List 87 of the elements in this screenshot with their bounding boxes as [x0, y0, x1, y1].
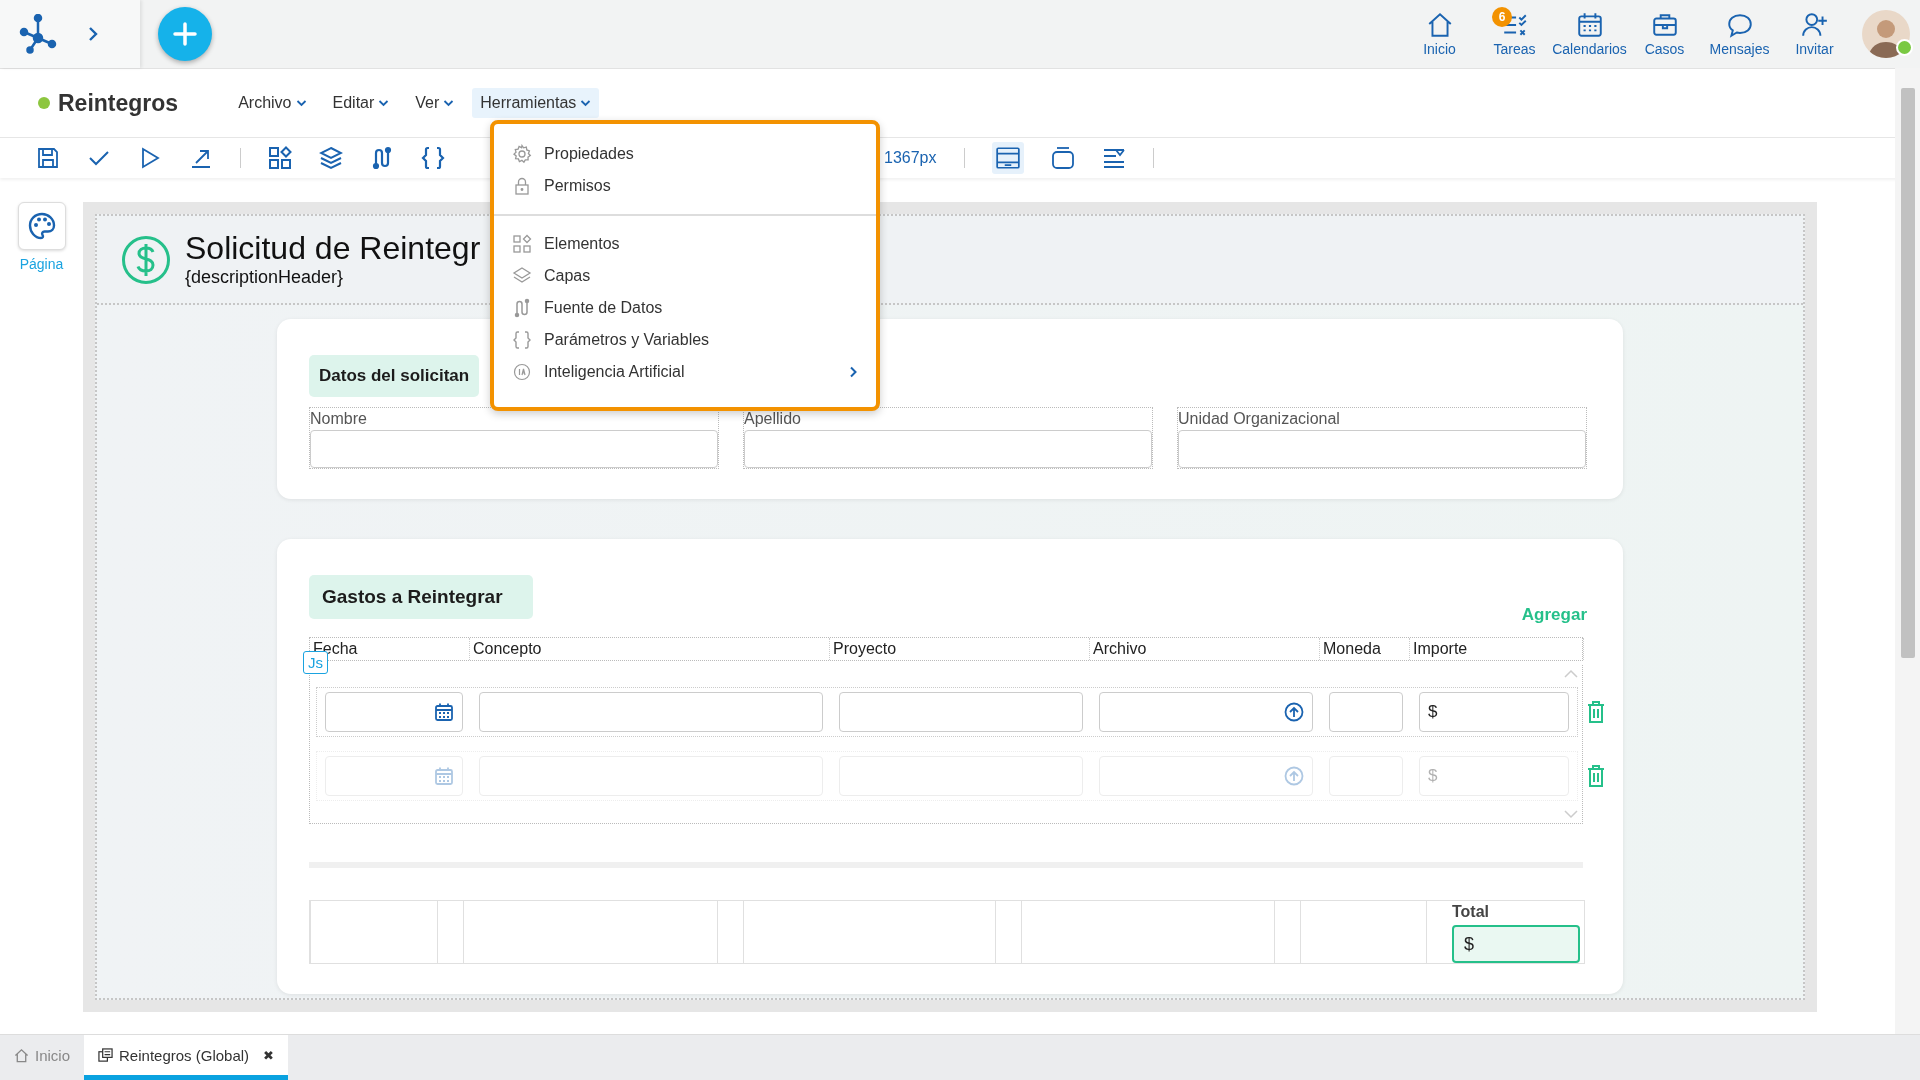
palette-icon	[26, 211, 57, 241]
connector-icon	[512, 298, 532, 318]
chevron-down-icon	[580, 99, 592, 107]
add-button[interactable]	[158, 7, 212, 61]
braces-icon[interactable]	[421, 146, 445, 170]
upload-icon	[1284, 702, 1304, 722]
nav-button[interactable]: Casos	[1629, 11, 1700, 57]
nav-button[interactable]: Mensajes	[1704, 11, 1775, 57]
total-field[interactable]: $	[1452, 925, 1580, 963]
trash-icon[interactable]	[1586, 700, 1606, 724]
menu-item[interactable]: Permisos	[494, 170, 876, 202]
close-icon[interactable]: ✖	[263, 1047, 275, 1063]
status-dot	[38, 97, 50, 109]
input-field[interactable]	[839, 692, 1083, 732]
scrollbar[interactable]	[1895, 68, 1920, 1035]
chat-icon	[1725, 11, 1754, 39]
nav-button[interactable]: Inicio	[1404, 11, 1475, 57]
section-heading: Datos del solicitan	[309, 355, 480, 397]
window-icon[interactable]	[1050, 146, 1075, 170]
calendar-icon	[434, 702, 454, 722]
plus-icon	[172, 21, 198, 47]
column-header: Importe	[1410, 638, 1584, 660]
elements-icon[interactable]	[268, 146, 292, 170]
circle-icon	[512, 362, 532, 382]
width-reading: 1367px	[884, 149, 937, 167]
document-title: Reintegros	[58, 89, 179, 117]
settings-icon	[512, 144, 532, 164]
calendar-icon	[1575, 11, 1604, 39]
connector-icon[interactable]	[370, 146, 394, 170]
column-header: Moneda	[1320, 638, 1410, 660]
chevron-right-icon[interactable]	[86, 25, 100, 43]
column-header: Archivo	[1090, 638, 1320, 660]
save-icon[interactable]	[36, 146, 60, 170]
menu-button[interactable]: Archivo	[230, 88, 315, 118]
chevron-down-icon	[443, 99, 455, 107]
field-label: Apellido	[744, 409, 802, 429]
amount-field[interactable]: $	[1419, 692, 1569, 732]
field-label: Unidad Organizacional	[1178, 409, 1341, 429]
form-icon	[98, 1047, 114, 1063]
page-tab[interactable]: Reintegros (Global) ✖	[84, 1035, 289, 1080]
input-field[interactable]	[1329, 692, 1403, 732]
nav-button[interactable]: Invitar	[1779, 11, 1850, 57]
page-button[interactable]	[17, 202, 66, 250]
menu-item[interactable]: Capas	[494, 260, 876, 292]
menu-item[interactable]: Propiedades	[494, 138, 876, 170]
chevron-down-icon	[295, 99, 307, 107]
menu-item[interactable]: Parámetros y Variables	[494, 324, 876, 356]
input-field[interactable]	[1178, 430, 1586, 468]
column-header: Concepto	[470, 638, 830, 660]
section-heading: Gastos a Reintegrar	[309, 575, 533, 619]
briefcase-icon	[1650, 11, 1679, 39]
dollar-icon	[121, 234, 171, 285]
trash-icon[interactable]	[1586, 764, 1606, 788]
scroll-down-icon[interactable]	[1564, 809, 1578, 819]
total-label: Total	[1452, 903, 1491, 921]
menu-item[interactable]: Inteligencia Artificial	[494, 356, 876, 388]
date-field[interactable]	[325, 692, 463, 732]
avatar[interactable]	[1862, 10, 1910, 58]
form-title: Solicitud de Reintegr	[185, 231, 481, 267]
field-label: Nombre	[310, 409, 368, 429]
page-label: Página	[19, 256, 64, 272]
menu-button[interactable]: Editar	[324, 88, 398, 118]
form-description: {descriptionHeader}	[185, 266, 345, 288]
input-field[interactable]	[479, 692, 823, 732]
scroll-up-icon[interactable]	[1564, 669, 1578, 679]
align-icon[interactable]	[1101, 146, 1126, 170]
calendar-icon	[434, 766, 454, 786]
count-badge: 6	[1492, 7, 1512, 27]
elements-icon	[512, 234, 532, 254]
file-field[interactable]	[1099, 692, 1313, 732]
person-add-icon	[1800, 11, 1829, 39]
input-field[interactable]	[744, 430, 1152, 468]
lock-icon	[512, 176, 532, 196]
column-header: Proyecto	[830, 638, 1090, 660]
home-icon	[14, 1047, 29, 1063]
online-dot	[1896, 39, 1913, 56]
layout-icon[interactable]	[991, 142, 1024, 174]
layers-icon[interactable]	[319, 146, 343, 170]
menu-button[interactable]: Herramientas	[472, 88, 600, 118]
menu-item[interactable]: Elementos	[494, 228, 876, 260]
chevron-down-icon	[378, 99, 390, 107]
upload-icon	[1284, 766, 1304, 786]
menu-item[interactable]: Fuente de Datos	[494, 292, 876, 324]
braces-icon	[512, 330, 532, 350]
input-field[interactable]	[310, 430, 718, 468]
nav-button[interactable]: Calendarios	[1554, 11, 1625, 57]
menu-button[interactable]: Ver	[407, 88, 463, 118]
